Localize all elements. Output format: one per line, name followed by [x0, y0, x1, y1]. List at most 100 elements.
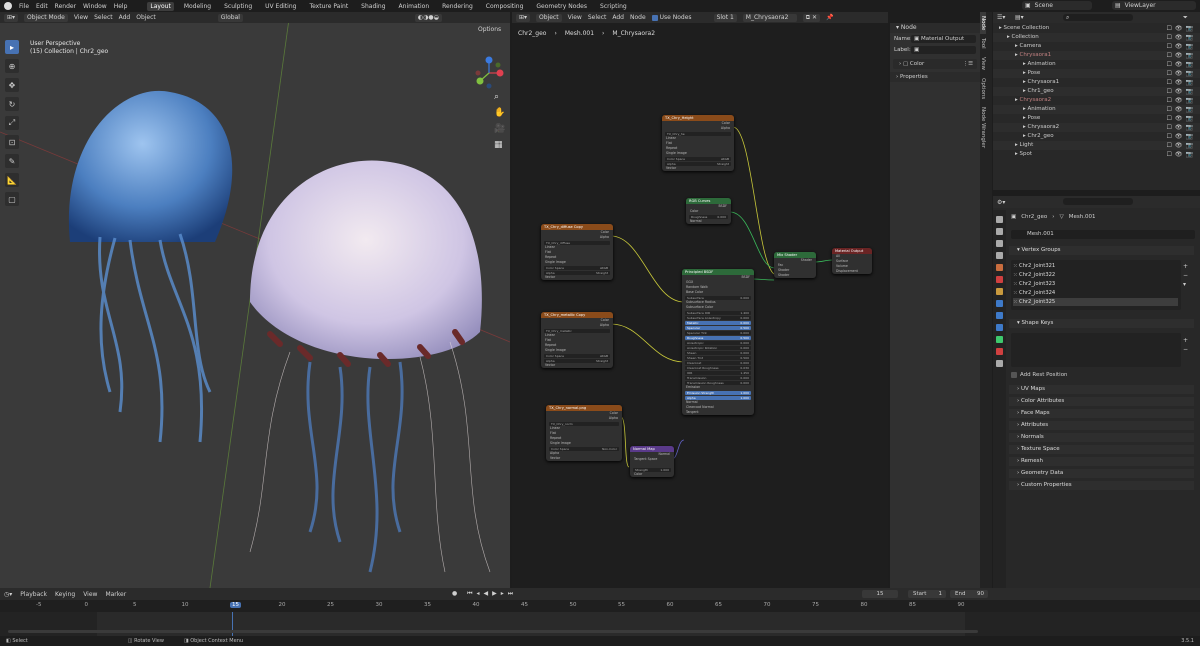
label-field[interactable]: ▣ — [911, 45, 976, 54]
annotate-tool-icon[interactable]: ✎ — [5, 154, 19, 168]
vp-menu-add[interactable]: Add — [119, 14, 131, 21]
outliner-row[interactable]: ▸ Chrysaora1 ☐👁📷 — [993, 51, 1200, 60]
node-input-row[interactable]: Clearcoat Roughness 0.030 — [685, 365, 751, 370]
node-input-row[interactable]: Emission Strength 1.000 — [685, 390, 751, 395]
shape-keys-header[interactable]: ▾ Shape Keys — [1009, 319, 1194, 328]
shading-buttons[interactable]: ◐◑●◒ — [414, 13, 442, 22]
name-field[interactable]: ▣ Material Output — [911, 34, 976, 43]
node-input-row[interactable]: Single Image — [546, 441, 622, 446]
node-editor-type-dropdown[interactable]: ⊞▾ — [516, 13, 531, 22]
node-input-row[interactable] — [630, 462, 674, 467]
transform-tool-icon[interactable]: ⊡ — [5, 135, 19, 149]
node-input-row[interactable]: Subsurface IOR 1.400 — [685, 310, 751, 315]
panel-texture-space[interactable]: › Texture Space — [1009, 445, 1194, 454]
node-output-socket[interactable]: Alpha — [541, 235, 613, 240]
visibility-toggle-icons[interactable]: ☐👁📷 — [1167, 69, 1196, 78]
frame-ruler[interactable]: -5 0 5 10 15 20 25 30 35 40 45 50 55 60 65 70 75 80 85 90 — [0, 600, 1200, 612]
tl-menu-keying[interactable]: Keying — [55, 591, 75, 598]
end-frame-field[interactable]: End 90 — [950, 590, 988, 598]
physics-tab-icon[interactable] — [996, 324, 1003, 331]
workspace-tab-compositing[interactable]: Compositing — [483, 2, 527, 11]
view-layer-selector[interactable]: ▤ ViewLayer — [1112, 1, 1196, 10]
node-input-row[interactable]: Base Color — [682, 290, 754, 295]
visibility-toggle-icons[interactable]: ☐👁📷 — [1167, 60, 1196, 69]
properties-editor-icon[interactable]: ⚙▾ — [997, 199, 1005, 206]
current-frame-field[interactable]: 15 — [862, 590, 898, 598]
node-input-row[interactable]: Vector — [662, 166, 734, 171]
node-input-row[interactable]: Transmission 0.000 — [685, 375, 751, 380]
panel-face-maps[interactable]: › Face Maps — [1009, 409, 1194, 418]
vertex-groups-header[interactable]: ▾ Vertex Groups — [1009, 246, 1194, 255]
node-input-row[interactable]: Emission — [682, 385, 754, 390]
outliner-row[interactable]: ▸ Animation ☐👁📷 — [993, 60, 1200, 69]
visibility-toggle-icons[interactable]: ☐👁📷 — [1167, 150, 1196, 159]
view-layer-tab-icon[interactable] — [996, 252, 1003, 259]
start-frame-field[interactable]: Start 1 — [908, 590, 946, 598]
node-input-row[interactable]: Sheen Tint 0.500 — [685, 355, 751, 360]
visibility-toggle-icons[interactable]: ☐👁📷 — [1167, 123, 1196, 132]
panel-color-attributes[interactable]: › Color Attributes — [1009, 397, 1194, 406]
node-input-row[interactable]: Vector — [546, 456, 622, 461]
node-input-row[interactable]: Shader — [774, 273, 816, 278]
filter-icon[interactable]: ⏷ — [1183, 14, 1188, 22]
options-button[interactable]: Options — [478, 26, 501, 33]
node-output-socket[interactable]: Alpha — [662, 126, 734, 131]
workspace-tab-rendering[interactable]: Rendering — [439, 2, 476, 11]
node-input-row[interactable]: Displacement — [832, 269, 872, 274]
timeline[interactable]: ◷▾ Playback Keying View Marker ● ⏮◂◀▶▸⏭ … — [0, 588, 1200, 636]
node-input-row[interactable]: Vector — [541, 363, 613, 368]
material-buttons[interactable]: ⧉ ✕ — [802, 13, 821, 22]
ortho-grid-icon[interactable]: ▦ — [494, 140, 505, 150]
node-input-row[interactable]: Anisotropic Rotation 0.000 — [685, 345, 751, 350]
node-input-row[interactable]: Color Space sRGB — [665, 156, 731, 161]
node-section-header[interactable]: ▾ Node — [890, 23, 980, 33]
vertex-group-item[interactable]: ⁙ Chr2_joint322 — [1013, 271, 1055, 279]
ne-menu-view[interactable]: View — [568, 14, 582, 21]
pin-icon[interactable]: 📌 — [826, 14, 833, 21]
node-input-row[interactable]: Single Image — [662, 151, 734, 156]
outliner-row[interactable]: ▸ Chrysaora1 ☐👁📷 — [993, 78, 1200, 87]
shape-key-list[interactable] — [1011, 333, 1181, 367]
workspace-tab-texture-paint[interactable]: Texture Paint — [306, 2, 351, 11]
add-rest-position-checkbox[interactable]: Add Rest Position — [1011, 372, 1068, 378]
zoom-icon[interactable]: ⌕ — [494, 92, 505, 102]
material-field[interactable]: M_Chrysaora2 — [742, 13, 797, 22]
visibility-toggle-icons[interactable]: ☐👁📷 — [1167, 105, 1196, 114]
tl-menu-playback[interactable]: Playback — [20, 591, 47, 598]
scene-tab-icon[interactable] — [996, 264, 1003, 271]
tool-tab-icon[interactable] — [996, 216, 1003, 223]
panel-remesh[interactable]: › Remesh — [1009, 457, 1194, 466]
navigation-gizmo[interactable] — [472, 56, 506, 90]
workspace-tab-geometry-nodes[interactable]: Geometry Nodes — [533, 2, 590, 11]
ne-menu-select[interactable]: Select — [588, 14, 607, 21]
vertex-group-item[interactable]: ⁙ Chr2_joint323 — [1013, 280, 1055, 288]
workspace-tab-animation[interactable]: Animation — [396, 2, 433, 11]
tl-menu-marker[interactable]: Marker — [105, 591, 126, 598]
visibility-toggle-icons[interactable]: ☐👁📷 — [1167, 141, 1196, 150]
add-cube-tool-icon[interactable]: ▢ — [5, 192, 19, 206]
timeline-editor-icon[interactable]: ◷▾ — [4, 591, 12, 598]
node-output-socket[interactable]: Alpha — [546, 416, 622, 421]
editor-type-dropdown[interactable]: ⊞▾ — [4, 13, 19, 22]
particles-tab-icon[interactable] — [996, 312, 1003, 319]
node-input-row[interactable]: IOR 1.450 — [685, 370, 751, 375]
visibility-toggle-icons[interactable]: ☐👁📷 — [1167, 132, 1196, 141]
properties-subpanel[interactable]: › Properties — [890, 72, 980, 82]
menu-help[interactable]: Help — [114, 3, 128, 10]
scene-selector[interactable]: ▣ Scene — [1022, 1, 1092, 10]
menu-file[interactable]: File — [19, 3, 29, 10]
vertex-group-item[interactable]: ⁙ Chr2_joint325 — [1013, 298, 1178, 306]
outliner-row[interactable]: ▸ Pose ☐👁📷 — [993, 69, 1200, 78]
panel-attributes[interactable]: › Attributes — [1009, 421, 1194, 430]
outliner-row[interactable]: ▸ Chrysaora2 ☐👁📷 — [993, 96, 1200, 105]
orientation-dropdown[interactable]: Global — [217, 13, 243, 22]
node-mixshader[interactable]: Mix Shader Shader Fac Shader Shader — [774, 252, 816, 278]
texture-tab-icon[interactable] — [996, 360, 1003, 367]
object-mode-dropdown[interactable]: Object Mode — [24, 13, 68, 22]
node-input-row[interactable]: Roughness 0.500 — [685, 335, 751, 340]
node-normalmap[interactable]: Normal Map Normal Tangent Space Strength 1.0… — [630, 446, 674, 477]
menu-render[interactable]: Render — [55, 3, 76, 10]
camera-view-icon[interactable]: 🎥 — [494, 124, 505, 134]
outliner[interactable]: ☰▾ ▤▾ ⌕ ⏷ ▸ Scene Collection ☐👁📷 ▸ Collect… — [993, 12, 1200, 190]
display-mode-icon[interactable]: ▤▾ — [1015, 14, 1024, 21]
